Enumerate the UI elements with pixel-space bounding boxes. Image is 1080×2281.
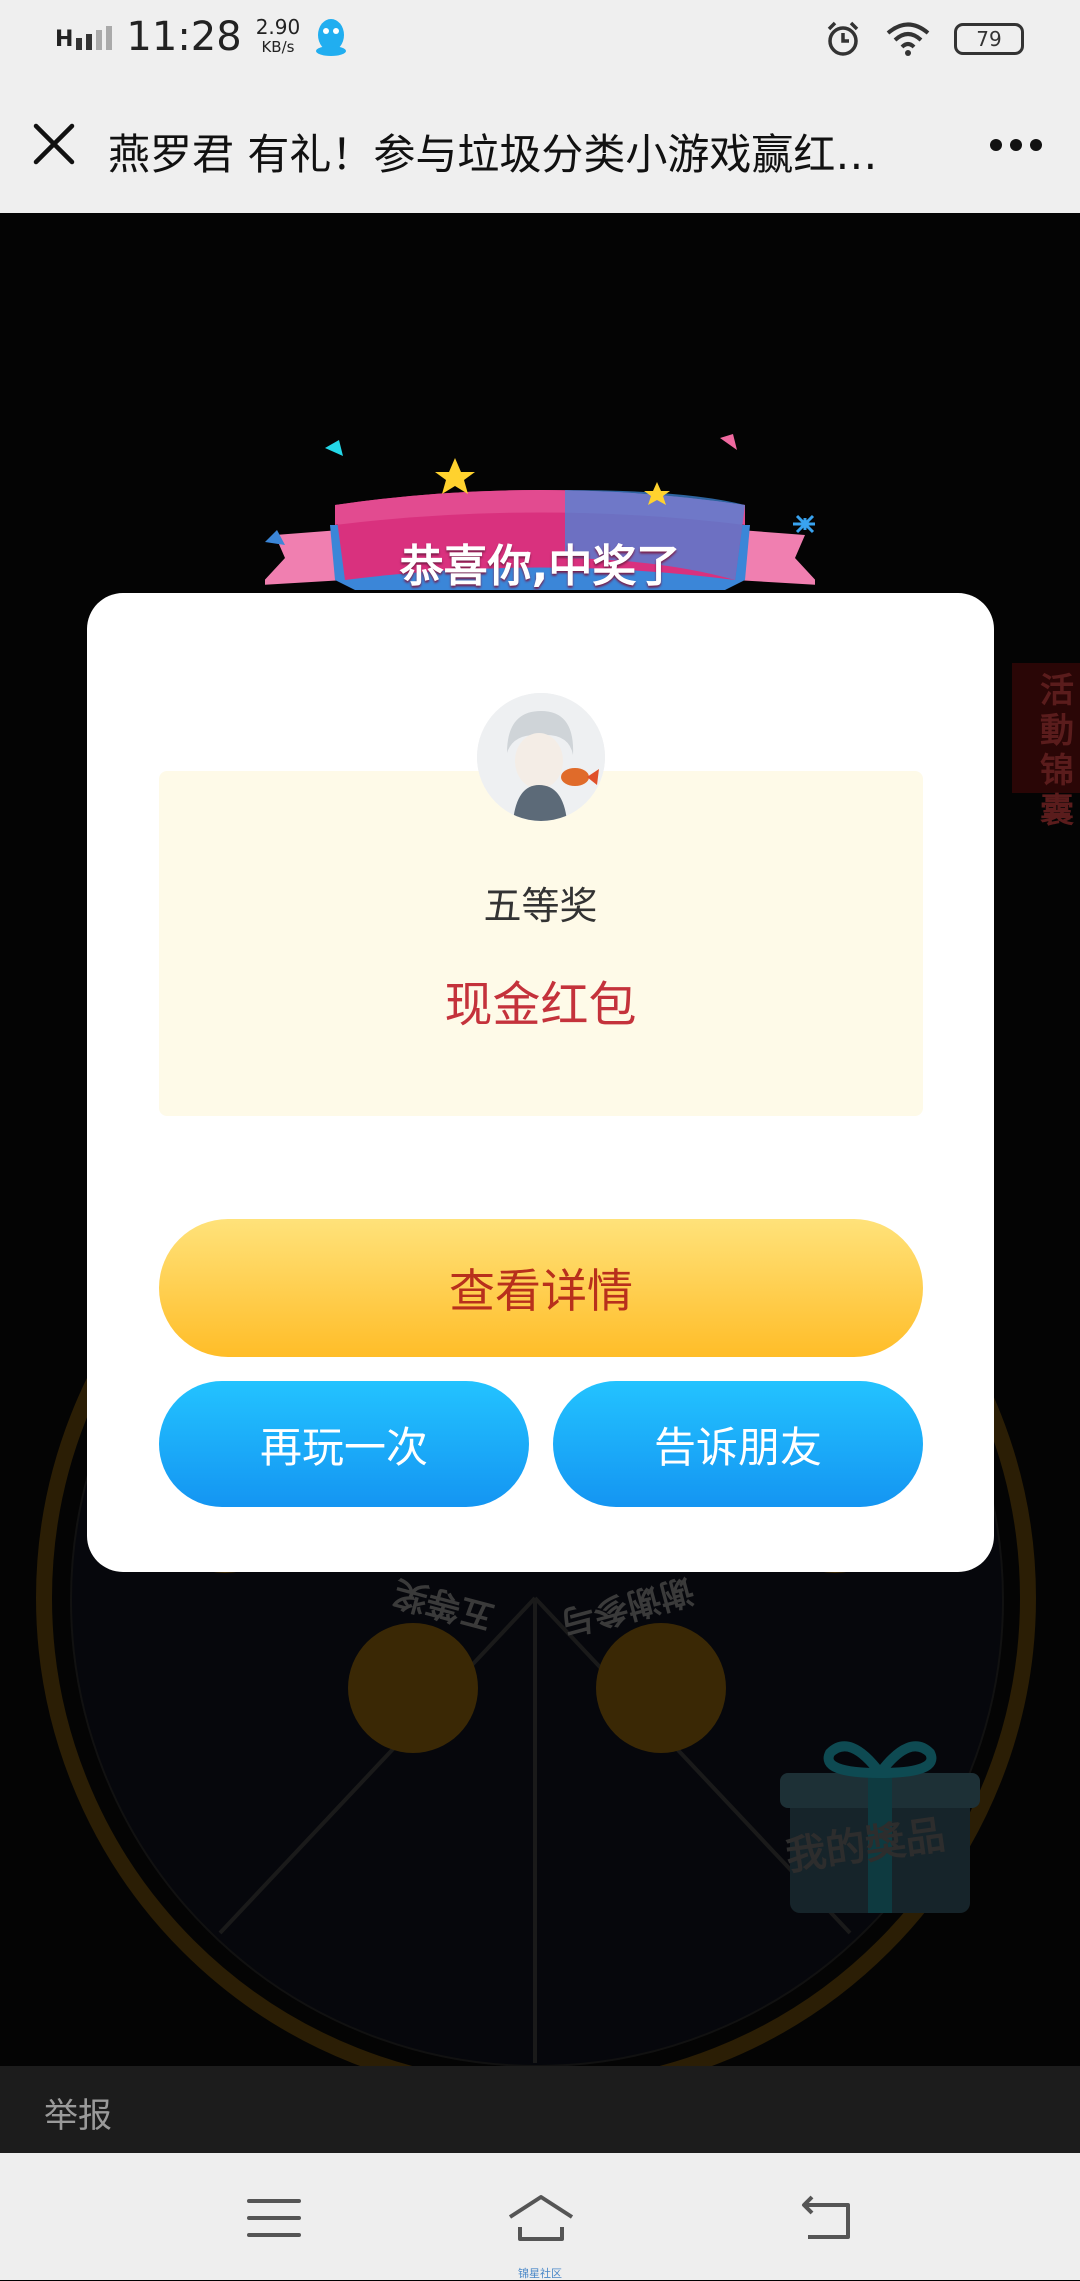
clock-time: 11:28	[126, 14, 242, 60]
play-again-button[interactable]: 再玩一次	[159, 1381, 529, 1507]
battery-indicator: 79	[954, 23, 1024, 55]
wheel-prize-slot	[596, 1623, 726, 1753]
nav-caption: 锦星社区	[518, 2267, 562, 2280]
congrats-ribbon-text: 恭喜你,中奖了	[399, 541, 681, 592]
network-speed: 2.90 KB/s	[256, 17, 301, 57]
view-details-button[interactable]: 查看详情	[159, 1219, 923, 1357]
status-bar: H 11:28 2.90 KB/s 79	[0, 0, 1080, 85]
prize-level: 五等奖	[483, 884, 598, 928]
signal-icon: H	[55, 24, 113, 52]
home-icon[interactable]	[506, 2193, 576, 2243]
win-dialog: 五等奖 现金红包 查看详情 再玩一次 告诉朋友	[87, 593, 994, 1572]
report-bar: 举报	[0, 2066, 1080, 2153]
close-icon[interactable]	[30, 120, 78, 168]
network-type: H	[55, 27, 74, 52]
sparkle-icon	[793, 514, 815, 534]
prize-name: 现金红包	[444, 977, 637, 1033]
tell-friends-button[interactable]: 告诉朋友	[553, 1381, 923, 1507]
page-title: 燕罗君 有礼！参与垃圾分类小游戏赢红…	[108, 130, 878, 179]
qq-penguin-icon	[316, 19, 347, 56]
report-link[interactable]: 举报	[44, 2088, 112, 2137]
user-avatar-image	[477, 693, 605, 821]
title-bar: 燕罗君 有礼！参与垃圾分类小游戏赢红…	[0, 85, 1080, 213]
menu-icon[interactable]	[244, 2193, 304, 2243]
activity-tips-tab[interactable]: 活動锦囊	[1012, 663, 1080, 831]
back-icon[interactable]	[796, 2193, 856, 2243]
avatar	[477, 693, 605, 821]
prize-panel	[159, 771, 923, 1116]
wifi-icon	[886, 22, 930, 56]
more-options-icon[interactable]	[988, 137, 1044, 153]
alarm-icon	[827, 21, 859, 56]
speed-unit: KB/s	[261, 38, 295, 56]
wheel-prize-slot	[348, 1623, 478, 1753]
system-nav-bar: 锦星社区	[0, 2153, 1080, 2280]
speed-value: 2.90	[255, 15, 301, 39]
signal-bars-icon	[76, 26, 113, 50]
